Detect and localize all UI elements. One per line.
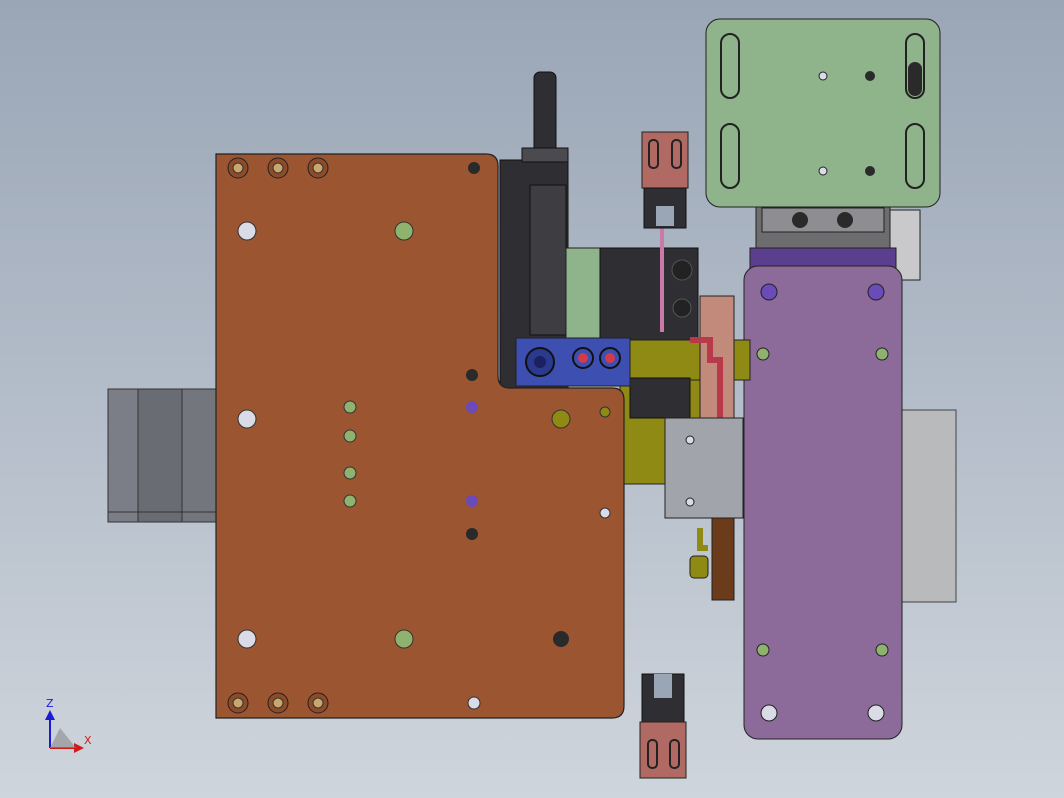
bottom-pink-bracket[interactable] bbox=[639, 673, 687, 779]
screw-icon bbox=[227, 692, 249, 714]
hole bbox=[468, 162, 480, 174]
axis-z-label: Z bbox=[46, 697, 54, 710]
hole bbox=[343, 429, 357, 443]
screw-icon bbox=[307, 157, 329, 179]
hole bbox=[553, 631, 569, 647]
screw-icon bbox=[307, 692, 329, 714]
screw-icon bbox=[267, 157, 289, 179]
slot-hole bbox=[905, 123, 925, 189]
cad-assembly-drawing[interactable] bbox=[0, 0, 1064, 798]
hole bbox=[343, 466, 357, 480]
purple-slide-plate[interactable] bbox=[743, 247, 903, 740]
axis-x-label: X bbox=[84, 734, 92, 747]
screw-icon bbox=[267, 692, 289, 714]
hole bbox=[467, 696, 481, 710]
slot-hole bbox=[720, 123, 740, 189]
hole bbox=[466, 401, 478, 413]
hole bbox=[237, 629, 257, 649]
hole bbox=[599, 406, 611, 418]
left-stepper-motor[interactable] bbox=[107, 388, 221, 523]
hole bbox=[599, 507, 611, 519]
slot-hole bbox=[720, 33, 740, 99]
hole bbox=[343, 494, 357, 508]
hole bbox=[551, 409, 571, 429]
top-pink-bracket[interactable] bbox=[641, 131, 689, 229]
hole bbox=[237, 221, 257, 241]
hole bbox=[237, 409, 257, 429]
hole bbox=[466, 495, 478, 507]
green-mounting-plate[interactable] bbox=[705, 18, 941, 281]
axis-triad bbox=[45, 710, 84, 753]
screw-icon bbox=[227, 157, 249, 179]
cad-viewport[interactable]: Z X bbox=[0, 0, 1064, 798]
hole bbox=[343, 400, 357, 414]
hole bbox=[394, 629, 414, 649]
hole bbox=[466, 369, 478, 381]
hole bbox=[466, 528, 478, 540]
hole bbox=[394, 221, 414, 241]
